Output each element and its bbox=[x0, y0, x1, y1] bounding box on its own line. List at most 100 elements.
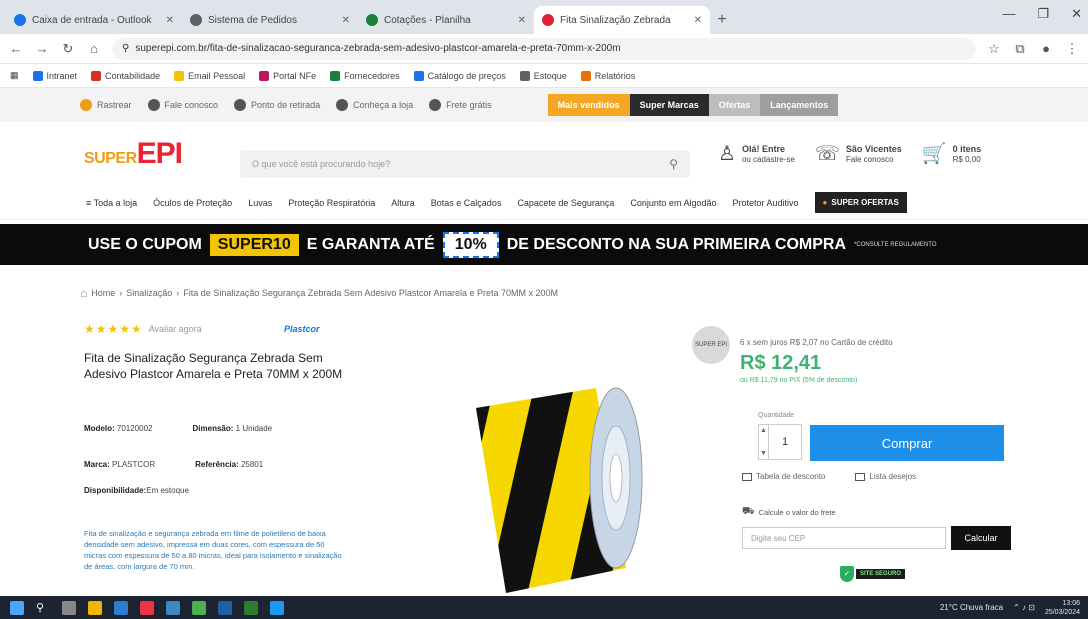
category-item[interactable]: Luvas bbox=[248, 198, 272, 208]
super-offers-button[interactable]: ● SUPER OFERTAS bbox=[814, 192, 907, 213]
browser-tab[interactable]: Sistema de Pedidos ✕ bbox=[182, 6, 358, 34]
excel-icon[interactable] bbox=[244, 600, 258, 615]
bookmark-item[interactable]: Relatórios bbox=[580, 70, 635, 81]
discount-table-link[interactable]: Tabela de desconto bbox=[742, 472, 825, 481]
tray-icons[interactable]: ⌃ ♪ ⊡ bbox=[1013, 603, 1035, 612]
site-info-icon[interactable]: ⚲ bbox=[122, 43, 129, 54]
bookmark-item[interactable]: Portal NFe bbox=[259, 70, 316, 81]
start-icon[interactable] bbox=[10, 600, 24, 615]
brand-label: Marca: bbox=[84, 460, 110, 469]
product-meta-row: Modelo: 70120002 Dimensão: 1 Unidade bbox=[84, 424, 272, 433]
search-input[interactable]: O que você está procurando hoje? ⚲ bbox=[240, 150, 690, 178]
bookmark-item[interactable]: Intranet bbox=[32, 70, 77, 81]
category-item[interactable]: Proteção Respiratória bbox=[288, 198, 375, 208]
breadcrumb: ⌂ Home › Sinalização › Fita de Sinalizaç… bbox=[80, 286, 558, 300]
browser-tab[interactable]: Caixa de entrada - Outlook ✕ bbox=[6, 6, 182, 34]
close-window-icon[interactable]: ✕ bbox=[1071, 6, 1082, 22]
rating-stars[interactable]: ★★★★★ bbox=[84, 322, 143, 336]
chrome-icon[interactable] bbox=[192, 600, 206, 615]
quantity-value[interactable]: 1 bbox=[769, 436, 801, 448]
task-view-icon[interactable] bbox=[62, 600, 76, 615]
top-link-pickup[interactable]: Ponto de retirada bbox=[234, 99, 320, 111]
segment-launches[interactable]: Lançamentos bbox=[760, 94, 839, 116]
search-icon[interactable]: ⚲ bbox=[36, 601, 50, 615]
bookmark-item[interactable]: Fornecedores bbox=[330, 70, 400, 81]
category-nav: ≡ Toda a loja Óculos de Proteção Luvas P… bbox=[0, 186, 1088, 220]
forward-icon[interactable]: → bbox=[34, 41, 50, 56]
category-all[interactable]: ≡ Toda a loja bbox=[86, 198, 137, 208]
close-tab-icon[interactable]: ✕ bbox=[166, 15, 174, 26]
brand-info: Marca: PLASTCOR bbox=[84, 460, 155, 469]
menu-icon[interactable]: ⋮ bbox=[1064, 41, 1080, 57]
profile-icon[interactable]: ● bbox=[1038, 41, 1054, 56]
url-input[interactable]: ⚲ superepi.com.br/fita-de-sinalizacao-se… bbox=[112, 37, 976, 60]
word-icon[interactable] bbox=[218, 600, 232, 615]
reload-icon[interactable]: ↻ bbox=[60, 41, 76, 57]
increment-icon[interactable]: ▲ bbox=[760, 427, 767, 434]
bookmark-item[interactable]: Contabilidade bbox=[91, 70, 160, 81]
service-link[interactable]: ☏ São Vicentes Fale conosco bbox=[815, 144, 902, 164]
home-icon[interactable]: ⌂ bbox=[80, 286, 87, 300]
product-image[interactable] bbox=[436, 378, 646, 600]
top-link-freight[interactable]: Frete grátis bbox=[429, 99, 492, 111]
buy-button[interactable]: Comprar bbox=[810, 425, 1004, 461]
quantity-stepper[interactable]: ▲ ▼ 1 bbox=[758, 424, 802, 460]
bookmark-item[interactable]: Email Pessoal bbox=[174, 70, 245, 81]
category-item[interactable]: Conjunto em Algodão bbox=[630, 198, 716, 208]
brand-logo[interactable]: Plastcor bbox=[284, 324, 320, 334]
category-item[interactable]: Óculos de Proteção bbox=[153, 198, 232, 208]
calculate-button[interactable]: Calcular bbox=[951, 526, 1011, 550]
browser-tab-bar: Caixa de entrada - Outlook ✕ Sistema de P… bbox=[0, 0, 1088, 34]
search-icon[interactable]: ⚲ bbox=[669, 157, 678, 171]
system-tray: 21°C Chuva fraca ⌃ ♪ ⊡ 13:06 25/03/2024 bbox=[940, 596, 1080, 619]
windows-taskbar: ⚲ 21°C Chuva fraca ⌃ ♪ ⊡ 13:06 25/03/2024 bbox=[0, 596, 1088, 619]
cart-link[interactable]: 🛒 0 itens R$ 0,00 bbox=[922, 144, 981, 164]
dimension-value: 1 Unidade bbox=[235, 424, 273, 433]
clock[interactable]: 13:06 25/03/2024 bbox=[1045, 599, 1080, 617]
weather-widget[interactable]: 21°C Chuva fraca bbox=[940, 603, 1003, 612]
category-item[interactable]: Protetor Auditivo bbox=[732, 198, 798, 208]
segment-super-brands[interactable]: Super Marcas bbox=[629, 94, 709, 116]
cep-input[interactable]: Digite seu CEP bbox=[742, 527, 946, 549]
home-icon[interactable]: ⌂ bbox=[86, 41, 102, 56]
browser-tab-active[interactable]: Fita Sinalização Zebrada ✕ bbox=[534, 6, 710, 34]
promo-banner[interactable]: USE O CUPOM SUPER10 E GARANTA ATÉ 10% DE… bbox=[0, 224, 1088, 265]
close-tab-icon[interactable]: ✕ bbox=[342, 15, 350, 26]
segment-best-sellers[interactable]: Mais vendidos bbox=[547, 94, 630, 116]
review-link[interactable]: Avaliar agora bbox=[149, 324, 202, 334]
category-item[interactable]: Altura bbox=[391, 198, 415, 208]
segment-offers[interactable]: Ofertas bbox=[708, 94, 761, 116]
top-link-store[interactable]: Conheça a loja bbox=[336, 99, 413, 111]
service-line2: Fale conosco bbox=[845, 154, 894, 164]
account-link[interactable]: ♙ Olá! Entre ou cadastre-se bbox=[718, 144, 795, 164]
bookmark-item[interactable]: Catálogo de preços bbox=[413, 70, 506, 81]
top-link-track[interactable]: Rastrear bbox=[80, 99, 132, 111]
shipping-label: Calcule o valor do frete bbox=[758, 508, 836, 517]
app-icon[interactable] bbox=[140, 600, 154, 615]
close-tab-icon[interactable]: ✕ bbox=[694, 15, 702, 26]
category-item[interactable]: Botas e Calçados bbox=[431, 198, 502, 208]
bookmark-item[interactable]: Estoque bbox=[519, 70, 567, 81]
minimize-icon[interactable]: — bbox=[1002, 6, 1015, 22]
category-item[interactable]: Capacete de Segurança bbox=[517, 198, 614, 208]
decrement-icon[interactable]: ▼ bbox=[760, 450, 767, 457]
file-explorer-icon[interactable] bbox=[88, 600, 102, 615]
maximize-icon[interactable]: ❐ bbox=[1037, 6, 1049, 22]
breadcrumb-link[interactable]: Sinalização bbox=[126, 288, 172, 298]
bookmark-star-icon[interactable]: ☆ bbox=[986, 41, 1002, 57]
close-tab-icon[interactable]: ✕ bbox=[518, 15, 526, 26]
reference-value: 25801 bbox=[240, 460, 264, 469]
new-tab-button[interactable]: + bbox=[710, 6, 734, 34]
rating: ★★★★★ Avaliar agora bbox=[84, 322, 202, 336]
back-icon[interactable]: ← bbox=[8, 41, 24, 56]
browser-tab[interactable]: Cotações - Planilha ✕ bbox=[358, 6, 534, 34]
site-logo[interactable]: SUPER EPI bbox=[84, 137, 183, 171]
mail-icon[interactable] bbox=[166, 600, 180, 615]
top-link-contact[interactable]: Fale conosco bbox=[147, 99, 218, 111]
apps-icon[interactable]: ▦ bbox=[10, 70, 19, 81]
wishlist-link[interactable]: Lista desejos bbox=[855, 472, 916, 481]
breadcrumb-link[interactable]: Home bbox=[91, 288, 115, 298]
teams-icon[interactable] bbox=[270, 600, 284, 615]
extensions-icon[interactable]: ⧉ bbox=[1012, 41, 1028, 57]
edge-icon[interactable] bbox=[114, 600, 128, 615]
